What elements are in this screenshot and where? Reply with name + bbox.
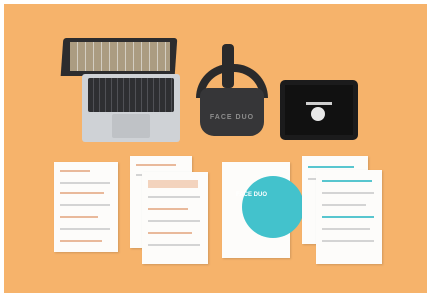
tablet-screen-bar — [306, 102, 332, 105]
product-photo: FACE DUO FACE DUO — [4, 4, 427, 293]
document-sheet — [316, 170, 382, 264]
tablet-screen-icon — [311, 107, 325, 121]
document-sheet — [142, 172, 208, 264]
vr-headset-logo: FACE DUO — [209, 114, 255, 121]
document-sheet — [54, 162, 118, 252]
vr-headset-body — [200, 88, 264, 136]
laptop-photo-gallery — [70, 42, 170, 71]
laptop-keyboard — [88, 78, 174, 112]
brochure-cover-circle — [242, 176, 304, 238]
laptop-trackpad — [112, 114, 150, 138]
brochure-cover-title: FACE DUO — [236, 192, 268, 198]
